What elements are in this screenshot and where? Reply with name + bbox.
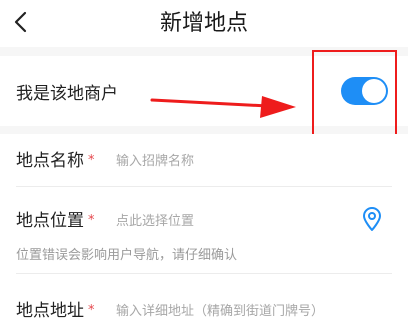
address-label-text: 地点地址	[16, 301, 84, 321]
position-hint: 位置错误会影响用户导航，请仔细确认	[16, 248, 238, 263]
annotation-arrow-icon	[150, 96, 296, 118]
divider	[16, 186, 392, 187]
top-nav-bar: 新增地点	[0, 0, 408, 47]
location-pin-icon[interactable]	[360, 206, 384, 232]
page-title: 新增地点	[159, 11, 248, 36]
required-mark: *	[88, 153, 95, 168]
address-field-label: 地点地址 *	[16, 296, 95, 321]
position-label-text: 地点位置	[16, 211, 84, 231]
address-input[interactable]: 输入详细地址（精确到街道门牌号）	[116, 300, 324, 319]
required-mark: *	[88, 213, 95, 228]
name-input[interactable]: 输入招牌名称	[116, 150, 194, 169]
location-form: 地点名称 * 输入招牌名称 地点位置 * 点此选择位置 位置错误会影响用户导航，请仔…	[0, 134, 408, 325]
merchant-toggle-label: 我是该地商户	[16, 84, 118, 104]
position-selector[interactable]: 点此选择位置	[116, 210, 194, 229]
required-mark: *	[88, 303, 95, 318]
name-label-text: 地点名称	[16, 151, 84, 171]
name-field-label: 地点名称 *	[16, 146, 95, 171]
position-field-label: 地点位置 *	[16, 206, 95, 231]
divider	[16, 273, 392, 274]
annotation-highlight-box	[312, 50, 397, 139]
